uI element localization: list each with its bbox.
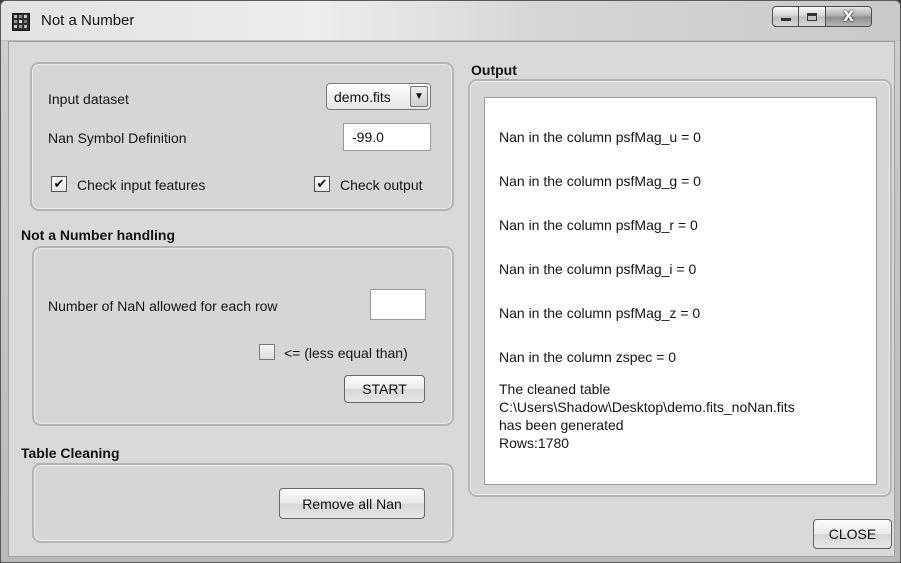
nan-handling-title: Not a Number handling [21, 227, 175, 243]
check-output-label: Check output [340, 177, 423, 193]
nan-allowed-label: Number of NaN allowed for each row [48, 298, 278, 314]
output-line: Nan in the column psfMag_i = 0 [499, 261, 697, 277]
check-input-checkbox[interactable]: ✔ [51, 176, 67, 192]
input-dataset-value: demo.fits [334, 89, 391, 105]
check-output-checkbox[interactable]: ✔ [314, 176, 330, 192]
result-path: C:\Users\Shadow\Desktop\demo.fits_noNan.… [499, 399, 795, 415]
chevron-down-icon: ▼ [410, 86, 428, 107]
maximize-button[interactable] [799, 6, 826, 27]
output-line: Nan in the column psfMag_g = 0 [499, 173, 701, 189]
input-dataset-select[interactable]: demo.fits ▼ [326, 83, 431, 110]
output-text-area[interactable]: Nan in the column psfMag_u = 0 Nan in th… [484, 97, 877, 485]
output-line: Nan in the column psfMag_u = 0 [499, 129, 701, 145]
output-result: The cleaned table C:\Users\Shadow\Deskto… [499, 380, 795, 452]
minimize-button[interactable] [772, 6, 799, 27]
title-bar[interactable]: Not a Number X [1, 1, 900, 41]
start-button[interactable]: START [344, 375, 425, 403]
table-cleaning-title: Table Cleaning [21, 445, 120, 461]
less-equal-checkbox[interactable] [259, 344, 275, 360]
window-close-button[interactable]: X [826, 6, 872, 27]
nan-symbol-label: Nan Symbol Definition [48, 130, 187, 146]
less-equal-label: <= (less equal than) [284, 345, 408, 361]
window-title: Not a Number [41, 12, 135, 29]
grid-app-icon [12, 13, 30, 31]
close-icon: X [843, 8, 854, 25]
output-title: Output [471, 62, 517, 78]
maximize-icon [807, 12, 817, 21]
input-dataset-label: Input dataset [48, 91, 129, 107]
minimize-icon [780, 18, 791, 21]
output-line: Nan in the column zspec = 0 [499, 349, 677, 365]
result-line: The cleaned table [499, 381, 611, 397]
nan-allowed-field[interactable] [370, 289, 426, 320]
close-button[interactable]: CLOSE [813, 519, 892, 549]
output-line: Nan in the column psfMag_r = 0 [499, 217, 698, 233]
nan-symbol-field[interactable]: -99.0 [343, 123, 431, 151]
output-line: Nan in the column psfMag_z = 0 [499, 305, 701, 321]
result-line: has been generated [499, 417, 624, 433]
check-input-label: Check input features [77, 177, 206, 193]
remove-all-nan-button[interactable]: Remove all Nan [279, 488, 425, 519]
result-rows: Rows:1780 [499, 435, 570, 451]
app-window: Not a Number X Input dataset demo.fits ▼… [0, 0, 901, 563]
